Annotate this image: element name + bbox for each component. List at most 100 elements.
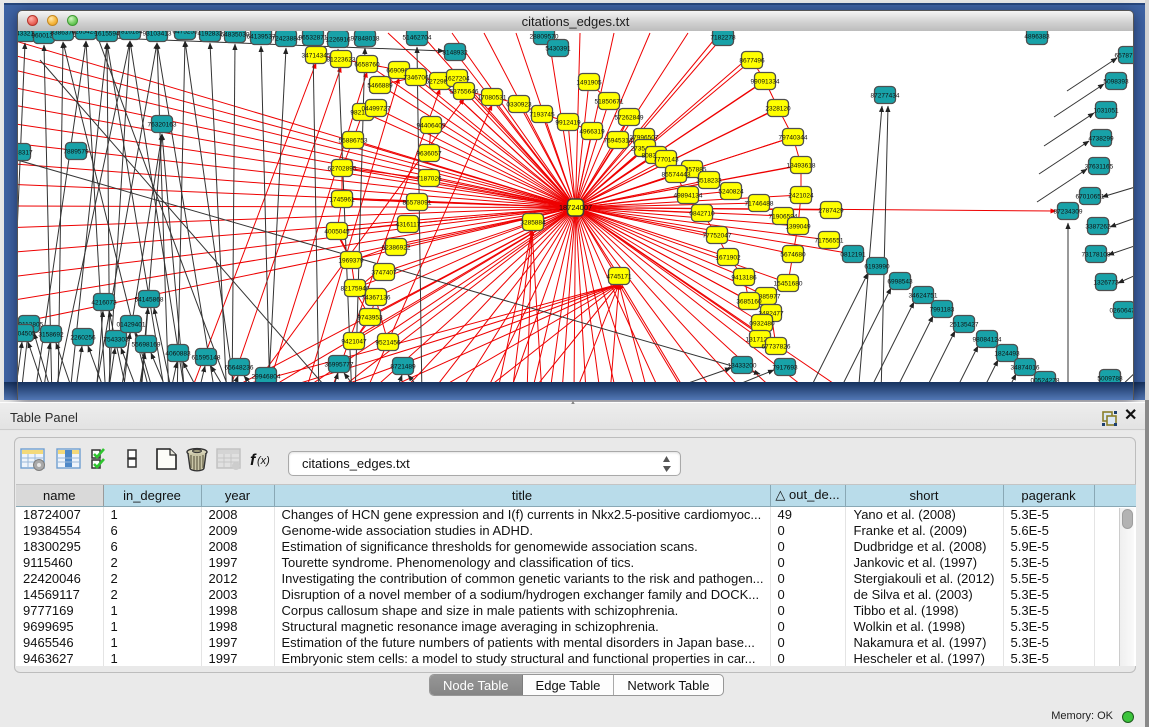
svg-text:3285884: 3285884 <box>520 220 546 227</box>
svg-text:9636057: 9636057 <box>416 151 442 158</box>
svg-text:04499727: 04499727 <box>362 106 391 113</box>
svg-text:51462704: 51462704 <box>403 35 432 42</box>
svg-text:5240824: 5240824 <box>718 189 744 196</box>
svg-text:76320163: 76320163 <box>148 122 177 129</box>
svg-text:29946804: 29946804 <box>252 374 281 381</box>
svg-text:2787429: 2787429 <box>818 208 844 215</box>
svg-text:85574443: 85574443 <box>662 172 691 179</box>
svg-text:36995777: 36995777 <box>325 362 354 369</box>
svg-text:9421047: 9421047 <box>341 339 367 346</box>
svg-text:65648236: 65648236 <box>225 365 254 372</box>
svg-text:02606474: 02606474 <box>1110 308 1133 315</box>
svg-text:54145868: 54145868 <box>135 297 164 304</box>
svg-text:64835030: 64835030 <box>221 32 250 39</box>
svg-text:8677496: 8677496 <box>739 58 765 65</box>
svg-text:5098393: 5098393 <box>1103 79 1129 86</box>
svg-text:7193745: 7193745 <box>529 112 555 119</box>
svg-text:4896383: 4896383 <box>1024 34 1050 41</box>
svg-text:13493618: 13493618 <box>787 163 816 170</box>
svg-text:34624751: 34624751 <box>909 293 938 300</box>
svg-text:9743953: 9743953 <box>357 315 383 322</box>
svg-text:2421024: 2421024 <box>788 193 814 200</box>
svg-text:0842710: 0842710 <box>689 211 715 218</box>
svg-text:7543303: 7543303 <box>103 337 129 344</box>
svg-text:4966319: 4966319 <box>579 129 605 136</box>
svg-text:1031051: 1031051 <box>1093 108 1119 115</box>
svg-text:96532871: 96532871 <box>299 35 328 42</box>
svg-text:94406409: 94406409 <box>417 123 446 130</box>
svg-text:4738299: 4738299 <box>1088 136 1114 143</box>
svg-text:71756551: 71756551 <box>815 238 844 245</box>
svg-text:15451680: 15451680 <box>774 281 803 288</box>
svg-text:1627204: 1627204 <box>444 76 470 83</box>
svg-text:2328120: 2328120 <box>765 106 791 113</box>
svg-text:6998543: 6998543 <box>887 279 913 286</box>
svg-text:3518233: 3518233 <box>696 178 722 185</box>
svg-text:4316117: 4316117 <box>396 222 421 229</box>
svg-text:7917693: 7917693 <box>772 365 798 372</box>
svg-text:7770143: 7770143 <box>653 157 679 164</box>
svg-text:79740344: 79740344 <box>779 135 808 142</box>
svg-text:81223623: 81223623 <box>327 57 356 64</box>
svg-text:0330923: 0330923 <box>506 102 532 109</box>
svg-text:4216073: 4216073 <box>91 300 117 307</box>
svg-text:49894134: 49894134 <box>674 193 703 200</box>
svg-text:71746488: 71746488 <box>745 201 774 208</box>
svg-text:4060883: 4060883 <box>165 351 191 358</box>
svg-text:0812191: 0812191 <box>840 252 866 259</box>
svg-text:3685160: 3685160 <box>736 299 762 306</box>
svg-text:7182278: 7182278 <box>710 35 736 42</box>
svg-text:17080531: 17080531 <box>478 95 507 102</box>
svg-text:8708317: 8708317 <box>18 150 33 157</box>
svg-text:1326773: 1326773 <box>1093 280 1119 287</box>
svg-text:5674680: 5674680 <box>780 252 806 259</box>
svg-text:57262849: 57262849 <box>615 115 644 122</box>
svg-text:5009788: 5009788 <box>1097 376 1123 383</box>
svg-text:5430391: 5430391 <box>545 46 571 53</box>
svg-text:4005045: 4005045 <box>324 229 350 236</box>
svg-text:7889579: 7889579 <box>63 149 89 156</box>
svg-text:4745171: 4745171 <box>606 274 632 281</box>
svg-text:51850671: 51850671 <box>595 99 624 106</box>
svg-text:25135427: 25135427 <box>950 322 979 329</box>
svg-text:76945314: 76945314 <box>604 138 633 145</box>
svg-text:6193990: 6193990 <box>864 264 890 271</box>
svg-text:3158692: 3158692 <box>38 332 64 339</box>
svg-text:37631165: 37631165 <box>1085 164 1114 171</box>
svg-text:86578091: 86578091 <box>403 200 432 207</box>
svg-text:9912419: 9912419 <box>555 120 581 127</box>
svg-text:9521456: 9521456 <box>375 340 401 347</box>
svg-text:3387262: 3387262 <box>1085 224 1111 231</box>
svg-text:97848018: 97848018 <box>351 36 380 43</box>
svg-text:2260256: 2260256 <box>70 335 96 342</box>
svg-text:67737826: 67737826 <box>762 344 791 351</box>
svg-text:13433200: 13433200 <box>728 363 757 370</box>
svg-text:87234309: 87234309 <box>1054 209 1083 216</box>
svg-text:55698169: 55698169 <box>132 342 161 349</box>
svg-text:74367136: 74367136 <box>362 295 391 302</box>
svg-text:6658760: 6658760 <box>354 62 380 69</box>
svg-text:77752047: 77752047 <box>703 233 732 240</box>
svg-text:1745961: 1745961 <box>329 197 355 204</box>
svg-text:1491905: 1491905 <box>576 80 602 87</box>
svg-text:8148932: 8148932 <box>442 50 468 57</box>
svg-text:8721489: 8721489 <box>390 364 416 371</box>
svg-text:(x): (x) <box>257 455 270 467</box>
svg-text:62702895: 62702895 <box>328 166 357 173</box>
svg-text:53755646: 53755646 <box>450 89 479 96</box>
svg-text:6204505: 6204505 <box>18 331 36 338</box>
svg-text:93103413: 93103413 <box>143 31 172 38</box>
svg-text:4192832: 4192832 <box>197 31 223 38</box>
svg-text:3747407: 3747407 <box>371 270 397 277</box>
svg-text:1615594: 1615594 <box>94 31 120 38</box>
svg-text:1671902: 1671902 <box>715 255 741 262</box>
svg-text:61595148: 61595148 <box>192 355 221 362</box>
svg-text:55886753: 55886753 <box>339 138 368 145</box>
svg-text:73178108: 73178108 <box>1082 252 1111 259</box>
svg-text:6475255: 6475255 <box>172 31 198 36</box>
svg-text:18724007: 18724007 <box>559 203 592 212</box>
svg-text:7187026: 7187026 <box>416 176 442 183</box>
svg-text:72423884: 72423884 <box>272 36 301 43</box>
svg-text:7816184: 7816184 <box>117 31 143 36</box>
svg-text:1226916: 1226916 <box>325 37 351 44</box>
